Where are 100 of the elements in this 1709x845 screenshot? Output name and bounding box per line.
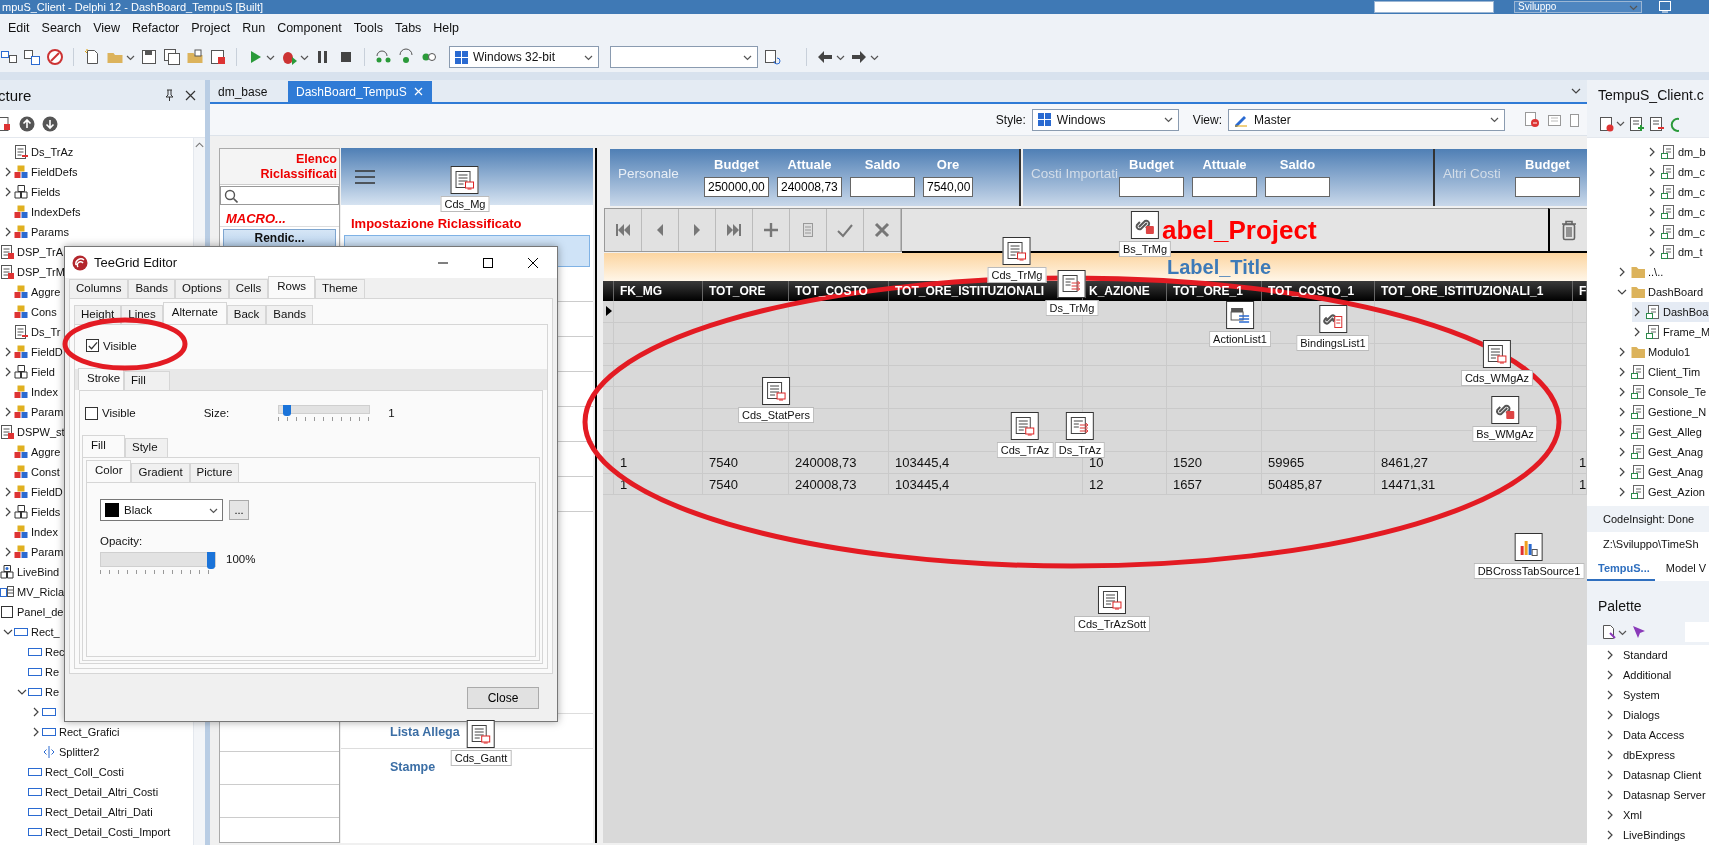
tab[interactable]: Gradient (131, 463, 190, 482)
tree-item[interactable]: Console_Te (1617, 382, 1709, 402)
down-arrow-icon[interactable] (42, 115, 58, 132)
slider-thumb[interactable] (207, 552, 215, 569)
menu-item[interactable]: Project (185, 19, 237, 37)
table-monitor-icon[interactable] (1011, 412, 1039, 440)
column-header[interactable]: FK_MG (620, 284, 662, 298)
palette-category[interactable]: Datasnap Client (1623, 769, 1702, 781)
chevron-right-icon[interactable] (1605, 749, 1615, 761)
chevron-right-icon[interactable] (3, 406, 13, 418)
palette-category[interactable]: Standard (1623, 649, 1668, 661)
tab[interactable]: Stroke (78, 368, 124, 390)
menu-item[interactable]: Component (271, 19, 348, 37)
palette-category[interactable]: Datasnap Server (1623, 789, 1706, 801)
input-field[interactable]: 250000,00 (704, 177, 769, 197)
tree-item[interactable]: Param (31, 406, 64, 418)
monitor-icon[interactable] (1658, 0, 1672, 14)
list-arrows-icon[interactable] (1058, 270, 1086, 298)
tree-item[interactable]: Re (45, 686, 60, 698)
tab[interactable]: Bands (266, 305, 313, 324)
tree-item[interactable]: Aggre (31, 286, 61, 298)
no-entry-icon[interactable] (46, 48, 64, 66)
palette-category[interactable]: Additional (1623, 669, 1672, 681)
new-file-icon[interactable] (83, 48, 101, 66)
tree-item[interactable]: Gestione_N (1617, 402, 1709, 422)
platform-dropdown[interactable]: Windows 32-bit (449, 46, 599, 68)
chevron-right-icon[interactable] (1605, 709, 1615, 721)
tab[interactable]: DashBoard_TempuS (288, 81, 432, 102)
tab[interactable]: Bands (128, 279, 175, 298)
profile-dropdown[interactable]: Sviluppo (1514, 1, 1642, 13)
forward-arrow-icon[interactable] (850, 48, 868, 66)
slider-track[interactable] (100, 552, 216, 567)
tree-item[interactable]: Rect_Coll_Costi (45, 766, 124, 778)
slider-track[interactable] (278, 405, 371, 414)
menu-item[interactable]: View (87, 19, 127, 37)
menu-item[interactable]: Refactor (126, 19, 186, 37)
tab[interactable]: Fill (124, 371, 170, 390)
input-field[interactable] (850, 177, 915, 197)
tree-item[interactable]: Index (31, 526, 58, 538)
chevron-right-icon[interactable] (3, 546, 13, 558)
tab[interactable]: Color (86, 460, 132, 482)
palette-category[interactable]: Dialogs (1623, 709, 1660, 721)
column-header[interactable]: TOT_ORE (709, 284, 766, 298)
search-field[interactable] (220, 186, 339, 205)
chevron-right-icon[interactable] (1605, 669, 1615, 681)
tab[interactable]: Cells (228, 279, 269, 298)
column-header[interactable]: TOT_ORE_1 (1173, 284, 1243, 298)
bar-chart-icon[interactable] (1515, 533, 1543, 561)
tree-item[interactable]: IndexDefs (31, 206, 81, 218)
tab[interactable]: Alternate (162, 302, 227, 324)
up-arrow-icon[interactable] (19, 115, 35, 132)
caret-icon[interactable] (1616, 119, 1625, 128)
menu-item[interactable]: Edit (2, 19, 36, 37)
tree-item[interactable]: Gest_Alleg (1617, 422, 1709, 442)
delete-button[interactable] (1548, 208, 1587, 253)
input-field[interactable]: 7540,00 (923, 177, 973, 197)
new-item-icon[interactable] (1601, 624, 1617, 640)
tree-item[interactable]: Rect_Detail_Altri_Costi (45, 786, 159, 798)
tree-item[interactable]: DSP_TrM (17, 266, 65, 278)
tree-item[interactable]: Params (31, 226, 69, 238)
tree-item[interactable]: Param (31, 546, 64, 558)
tab[interactable]: Fill (82, 435, 125, 457)
chevron-right-icon[interactable] (1605, 769, 1615, 781)
tree-item[interactable]: Fields (31, 506, 61, 518)
search-field[interactable] (1374, 1, 1494, 13)
more-button[interactable]: ... (229, 500, 249, 520)
input-field[interactable] (1192, 177, 1257, 197)
column-header[interactable]: F (1579, 284, 1586, 298)
chevron-up-icon[interactable] (194, 141, 205, 149)
refresh-document-icon[interactable] (763, 48, 781, 66)
tab[interactable]: Columns (69, 279, 129, 298)
tree-item[interactable]: Re (45, 666, 60, 678)
tab[interactable]: Model V (1654, 557, 1709, 581)
tree-item[interactable]: Gest_Anag (1617, 442, 1709, 462)
chevron-right-icon[interactable] (3, 486, 13, 498)
chevron-right-icon[interactable] (1605, 649, 1615, 661)
table-monitor-icon[interactable] (762, 377, 790, 405)
input-field[interactable] (1515, 177, 1580, 197)
checkbox[interactable] (86, 339, 99, 352)
chain-document-icon[interactable] (1319, 305, 1347, 333)
tree-item[interactable]: Rect_ (31, 626, 60, 638)
chevron-right-icon[interactable] (1605, 729, 1615, 741)
tree-item[interactable]: dm_c (1647, 182, 1709, 202)
clapper-list-icon[interactable] (1226, 301, 1254, 329)
layout-icon[interactable] (0, 48, 18, 66)
view-dropdown[interactable]: Master (1228, 108, 1505, 131)
tree-item[interactable]: Client_Tim (1617, 362, 1709, 382)
menu-item[interactable]: Search (35, 19, 88, 37)
chain-link-icon[interactable] (1491, 396, 1519, 424)
add-file-icon[interactable] (1629, 115, 1645, 132)
tree-item[interactable]: DSPW_st (17, 426, 65, 438)
maximize-icon[interactable] (482, 256, 494, 269)
chevron-right-icon[interactable] (1605, 789, 1615, 801)
chevron-right-icon[interactable] (31, 726, 41, 738)
tree-item[interactable]: dm_t (1647, 242, 1709, 262)
palette-category[interactable]: Xml (1623, 809, 1642, 821)
menu-icon[interactable] (355, 169, 375, 185)
tree-item[interactable]: Const (31, 466, 60, 478)
tree-item[interactable]: Panel_de (17, 606, 64, 618)
tree-item[interactable]: Splitter2 (59, 746, 100, 758)
